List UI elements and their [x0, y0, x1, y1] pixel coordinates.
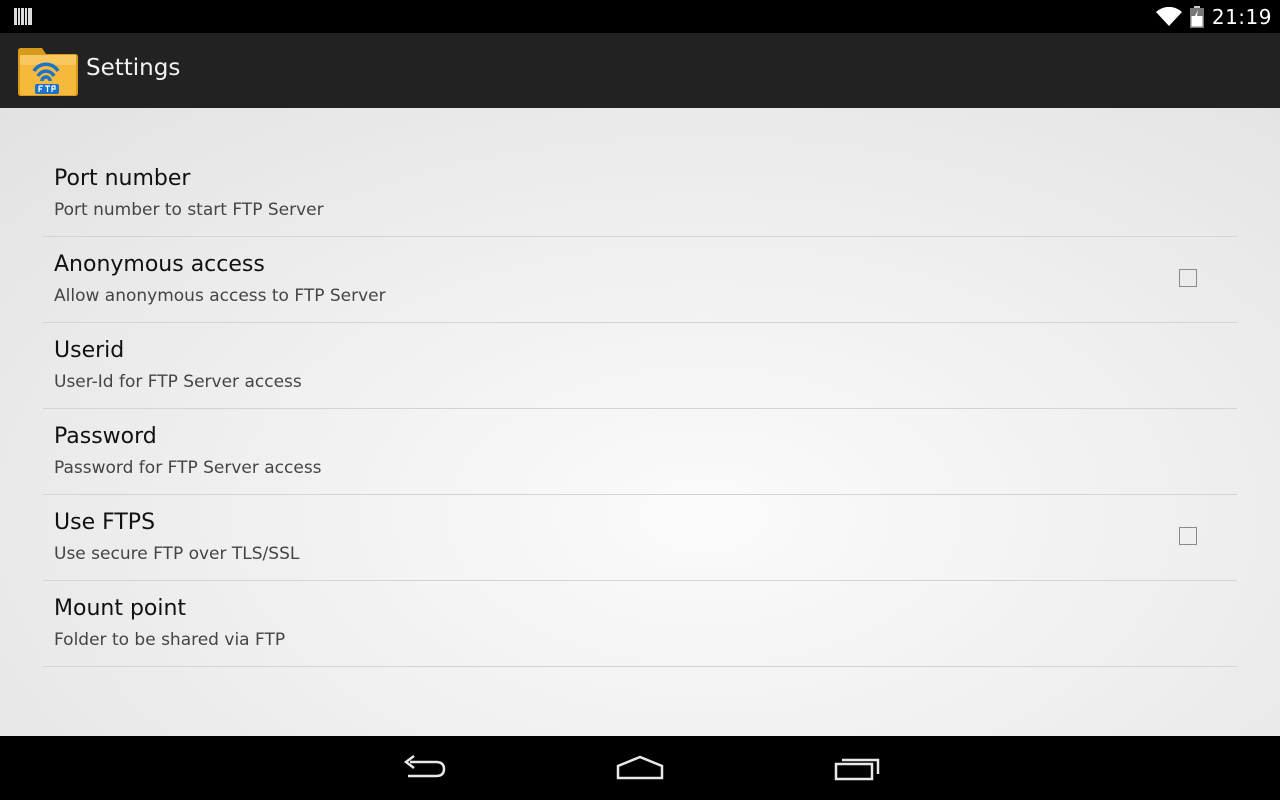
recent-apps-button[interactable]: [827, 750, 887, 786]
wifi-icon: [1155, 6, 1182, 26]
pref-summary: Use secure FTP over TLS/SSL: [54, 544, 300, 564]
preference-list: Port number Port number to start FTP Ser…: [43, 151, 1237, 667]
action-bar: Settings: [0, 33, 1280, 109]
screen: 21:19 Settings Port number Port number t…: [0, 0, 1280, 800]
pref-password[interactable]: Password Password for FTP Server access: [43, 409, 1237, 495]
pref-title: Use FTPS: [54, 510, 156, 535]
pref-summary: User-Id for FTP Server access: [54, 372, 302, 392]
anonymous-access-checkbox[interactable]: [1179, 269, 1197, 287]
pref-title: Port number: [54, 166, 191, 191]
ftp-folder-icon[interactable]: [16, 43, 80, 97]
pref-summary: Port number to start FTP Server: [54, 200, 324, 220]
pref-title: Userid: [54, 338, 125, 363]
recent-apps-icon: [834, 758, 880, 781]
battery-icon: [1189, 5, 1204, 28]
pref-use-ftps[interactable]: Use FTPS Use secure FTP over TLS/SSL: [43, 495, 1237, 581]
pref-title: Password: [54, 424, 157, 449]
barcode-icon: [14, 8, 32, 25]
back-icon: [403, 755, 446, 778]
page-title: Settings: [86, 55, 181, 81]
pref-summary: Password for FTP Server access: [54, 458, 322, 478]
back-button[interactable]: [394, 750, 454, 786]
status-bar: 21:19: [0, 0, 1280, 33]
pref-summary: Allow anonymous access to FTP Server: [54, 286, 386, 306]
pref-port-number[interactable]: Port number Port number to start FTP Ser…: [43, 151, 1237, 237]
use-ftps-checkbox[interactable]: [1179, 527, 1197, 545]
status-icons: 21:19: [1155, 0, 1272, 33]
navigation-bar: [0, 736, 1280, 800]
status-time: 21:19: [1211, 4, 1272, 29]
home-button[interactable]: [610, 750, 670, 786]
pref-userid[interactable]: Userid User-Id for FTP Server access: [43, 323, 1237, 409]
pref-title: Anonymous access: [54, 252, 265, 277]
pref-mount-point[interactable]: Mount point Folder to be shared via FTP: [43, 581, 1237, 667]
pref-anonymous-access[interactable]: Anonymous access Allow anonymous access …: [43, 237, 1237, 323]
pref-title: Mount point: [54, 596, 187, 621]
pref-summary: Folder to be shared via FTP: [54, 630, 286, 650]
home-icon: [616, 755, 664, 780]
settings-content: Port number Port number to start FTP Ser…: [0, 108, 1280, 736]
